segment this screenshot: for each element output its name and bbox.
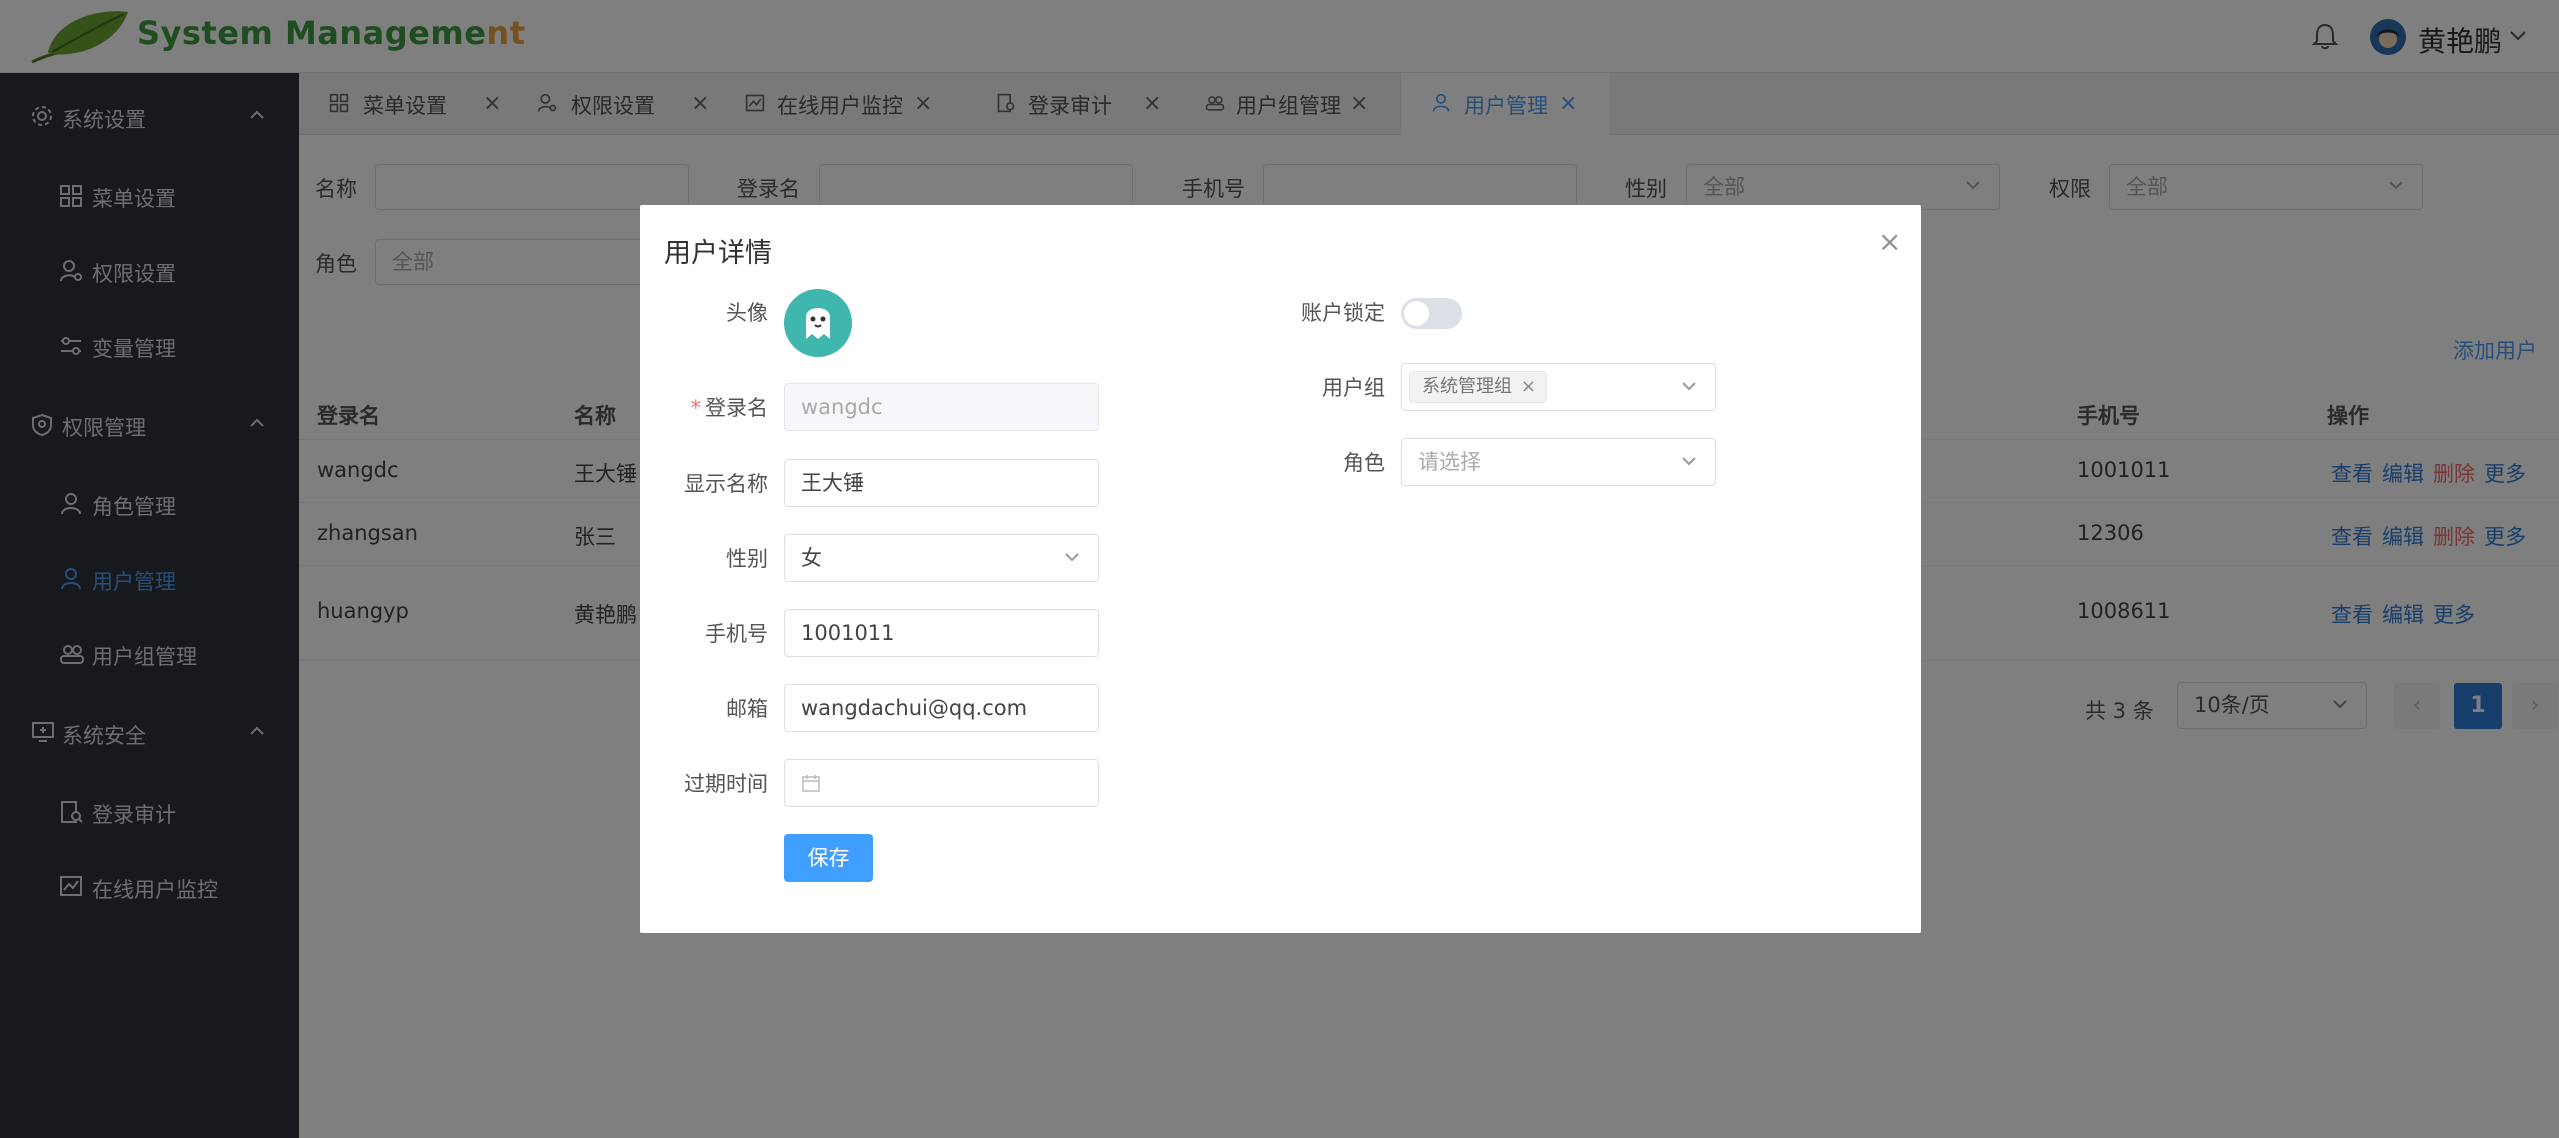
user-group-tag: 系统管理组 × [1409,371,1547,403]
phone-input[interactable]: 1001011 [784,609,1099,657]
close-icon[interactable]: × [1878,225,1901,258]
role-select[interactable]: 请选择 [1401,438,1716,486]
avatar[interactable] [784,289,852,357]
login-name-label: * 登录名 [608,392,769,422]
user-group-select[interactable]: 系统管理组 × [1401,363,1716,411]
expire-time-label: 过期时间 [684,772,768,796]
account-lock-toggle[interactable] [1401,298,1462,329]
required-mark: * [690,396,702,420]
role-label: 角色 [1343,451,1385,475]
chevron-down-icon [1682,382,1696,391]
gender-value: 女 [801,546,822,570]
email-input[interactable]: wangdachui@qq.com [784,684,1099,732]
display-name-input[interactable]: 王大锤 [784,459,1099,507]
dialog-title: 用户详情 [664,238,772,269]
save-button[interactable]: 保存 [784,834,873,882]
avatar-label: 头像 [726,301,768,325]
phone-label: 手机号 [705,622,768,646]
toggle-knob [1404,301,1429,326]
tag-close-icon[interactable]: × [1521,372,1536,402]
expire-time-picker[interactable] [784,759,1099,807]
calendar-icon [802,775,820,792]
login-name-label-text: 登录名 [705,396,768,420]
account-lock-label: 账户锁定 [1301,301,1385,325]
user-group-label: 用户组 [1322,376,1385,400]
email-label: 邮箱 [726,697,768,721]
chevron-down-icon [1065,553,1079,562]
gender-select[interactable]: 女 [784,534,1099,582]
phone-value: 1001011 [801,621,895,645]
chevron-down-icon [1682,457,1696,466]
login-name-value: wangdc [801,395,883,419]
user-group-tag-label: 系统管理组 [1422,376,1512,397]
role-placeholder: 请选择 [1418,450,1481,474]
user-detail-dialog: 用户详情 × 头像 * 登录名 wangdc 显示名称 王大锤 性别 女 手机号 … [640,205,1921,933]
email-value: wangdachui@qq.com [801,696,1028,720]
gender-label: 性别 [726,547,768,571]
login-name-input: wangdc [784,383,1099,431]
display-name-value: 王大锤 [801,471,864,495]
display-name-label: 显示名称 [684,472,768,496]
